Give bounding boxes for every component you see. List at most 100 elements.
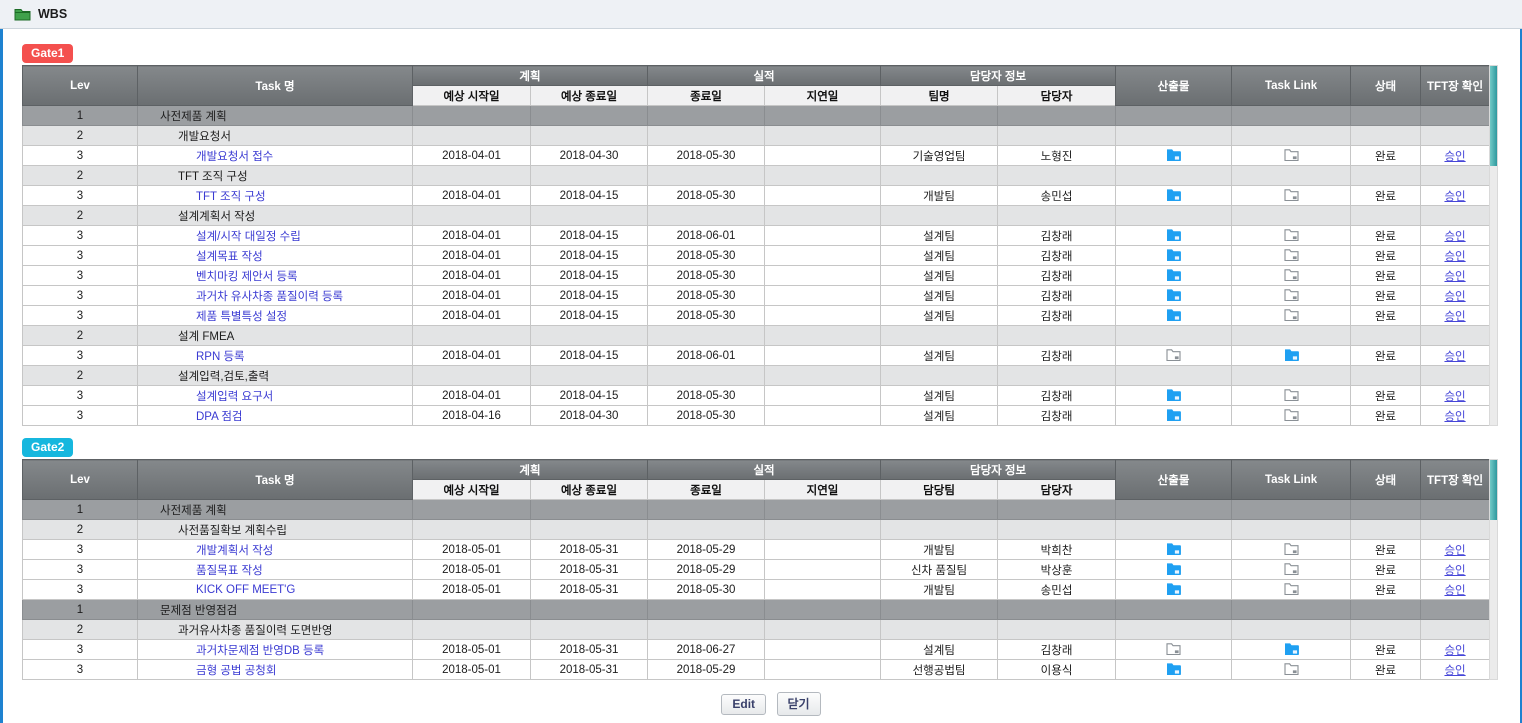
task-name-link[interactable]: 과거차 유사차종 품질이력 등록	[142, 291, 343, 303]
col-header-status: 상태	[1351, 66, 1421, 106]
blue-folder-icon[interactable]	[1166, 228, 1181, 244]
gate1-scrollbar[interactable]	[1489, 65, 1498, 426]
planned-start-cell: 2018-04-01	[413, 186, 531, 206]
deliverable-cell	[1116, 346, 1232, 366]
approve-link[interactable]: 승인	[1444, 231, 1465, 243]
task-name-link[interactable]: 과거차문제점 반영DB 등록	[142, 645, 324, 657]
task-name-link[interactable]: RPN 등록	[142, 351, 245, 363]
gray-folder-icon[interactable]	[1284, 248, 1299, 264]
approve-link[interactable]: 승인	[1444, 251, 1465, 263]
blue-folder-icon[interactable]	[1166, 188, 1181, 204]
col-header-task-link: Task Link	[1232, 460, 1351, 500]
task-name-cell: 설계입력,검토,출력	[138, 366, 413, 386]
close-button[interactable]: 닫기	[777, 692, 821, 716]
approve-link[interactable]: 승인	[1444, 411, 1465, 423]
col-header-task-link: Task Link	[1232, 66, 1351, 106]
task-name-link[interactable]: DPA 점검	[142, 411, 243, 423]
task-name-link[interactable]: 개발계획서 작성	[142, 545, 273, 557]
task-link-cell	[1232, 386, 1351, 406]
gray-folder-icon[interactable]	[1166, 642, 1181, 658]
blue-folder-icon[interactable]	[1166, 562, 1181, 578]
gray-folder-icon[interactable]	[1284, 582, 1299, 598]
approve-link[interactable]: 승인	[1444, 585, 1465, 597]
task-name-link[interactable]: 설계/시작 대일정 수립	[142, 231, 301, 243]
task-name-link[interactable]: 금형 공법 공청회	[142, 665, 276, 677]
approve-link[interactable]: 승인	[1444, 665, 1465, 677]
blue-folder-icon[interactable]	[1284, 348, 1299, 364]
gate1-scrollbar-thumb[interactable]	[1490, 66, 1497, 166]
approve-link[interactable]: 승인	[1444, 191, 1465, 203]
task-name-link[interactable]: 설계입력 요구서	[142, 391, 273, 403]
owner-cell: 박희찬	[998, 540, 1116, 560]
status-cell	[1351, 500, 1421, 520]
blue-folder-icon[interactable]	[1166, 388, 1181, 404]
approve-link[interactable]: 승인	[1444, 645, 1465, 657]
task-name-link[interactable]: 개발요청서 접수	[142, 151, 273, 163]
gray-folder-icon[interactable]	[1284, 408, 1299, 424]
task-name-link[interactable]: 설계목표 작성	[142, 251, 263, 263]
gray-folder-icon[interactable]	[1284, 228, 1299, 244]
gray-folder-icon[interactable]	[1284, 542, 1299, 558]
gray-folder-icon[interactable]	[1166, 348, 1181, 364]
gray-folder-icon[interactable]	[1284, 268, 1299, 284]
gray-folder-icon[interactable]	[1284, 662, 1299, 678]
approve-link[interactable]: 승인	[1444, 351, 1465, 363]
col-header-lev: Lev	[23, 66, 138, 106]
gray-folder-icon[interactable]	[1284, 148, 1299, 164]
table-row: 3개발계획서 작성2018-05-012018-05-312018-05-29개…	[23, 540, 1490, 560]
status-cell	[1351, 366, 1421, 386]
task-name-link[interactable]: 벤치마킹 제안서 등록	[142, 271, 298, 283]
status-cell: 완료	[1351, 640, 1421, 660]
approve-link[interactable]: 승인	[1444, 151, 1465, 163]
task-name-link[interactable]: 품질목표 작성	[142, 565, 263, 577]
approve-link[interactable]: 승인	[1444, 271, 1465, 283]
blue-folder-icon[interactable]	[1166, 308, 1181, 324]
gate1-table-wrap: Lev Task 명 계획 실적 담당자 정보 산출물 Task Link 상태…	[22, 65, 1489, 426]
actual-end-cell: 2018-05-29	[648, 540, 765, 560]
blue-folder-icon[interactable]	[1166, 288, 1181, 304]
col-header-deliverable: 산출물	[1116, 460, 1232, 500]
blue-folder-icon[interactable]	[1284, 642, 1299, 658]
task-name-cell: 제품 특별특성 설정	[138, 306, 413, 326]
team-cell: 개발팀	[881, 540, 998, 560]
tft-confirm-cell: 승인	[1421, 306, 1490, 326]
approve-link[interactable]: 승인	[1444, 291, 1465, 303]
table-row: 2설계계획서 작성	[23, 206, 1490, 226]
gray-folder-icon[interactable]	[1284, 562, 1299, 578]
task-name-link[interactable]: TFT 조직 구성	[142, 191, 266, 203]
gray-folder-icon[interactable]	[1284, 308, 1299, 324]
team-cell	[881, 520, 998, 540]
delay-cell	[765, 620, 881, 640]
gray-folder-icon[interactable]	[1284, 188, 1299, 204]
blue-folder-icon[interactable]	[1166, 268, 1181, 284]
gray-folder-icon[interactable]	[1284, 288, 1299, 304]
gate2-scrollbar-thumb[interactable]	[1490, 460, 1497, 520]
lev-cell: 3	[23, 226, 138, 246]
edit-button[interactable]: Edit	[721, 694, 766, 715]
planned-start-cell	[413, 600, 531, 620]
planned-start-cell: 2018-05-01	[413, 580, 531, 600]
blue-folder-icon[interactable]	[1166, 408, 1181, 424]
status-cell: 완료	[1351, 146, 1421, 166]
actual-end-cell	[648, 500, 765, 520]
blue-folder-icon[interactable]	[1166, 542, 1181, 558]
approve-link[interactable]: 승인	[1444, 391, 1465, 403]
tft-confirm-cell: 승인	[1421, 580, 1490, 600]
task-name-link[interactable]: KICK OFF MEET'G	[142, 584, 295, 596]
approve-link[interactable]: 승인	[1444, 311, 1465, 323]
deliverable-cell	[1116, 540, 1232, 560]
approve-link[interactable]: 승인	[1444, 565, 1465, 577]
blue-folder-icon[interactable]	[1166, 248, 1181, 264]
planned-start-cell: 2018-04-01	[413, 266, 531, 286]
blue-folder-icon[interactable]	[1166, 662, 1181, 678]
approve-link[interactable]: 승인	[1444, 545, 1465, 557]
gate2-scrollbar[interactable]	[1489, 459, 1498, 680]
team-cell: 설계팀	[881, 266, 998, 286]
owner-cell	[998, 366, 1116, 386]
blue-folder-icon[interactable]	[1166, 582, 1181, 598]
gray-folder-icon[interactable]	[1284, 388, 1299, 404]
task-name-link[interactable]: 제품 특별특성 설정	[142, 311, 287, 323]
deliverable-cell	[1116, 266, 1232, 286]
col-group-plan: 계획	[413, 460, 648, 480]
blue-folder-icon[interactable]	[1166, 148, 1181, 164]
